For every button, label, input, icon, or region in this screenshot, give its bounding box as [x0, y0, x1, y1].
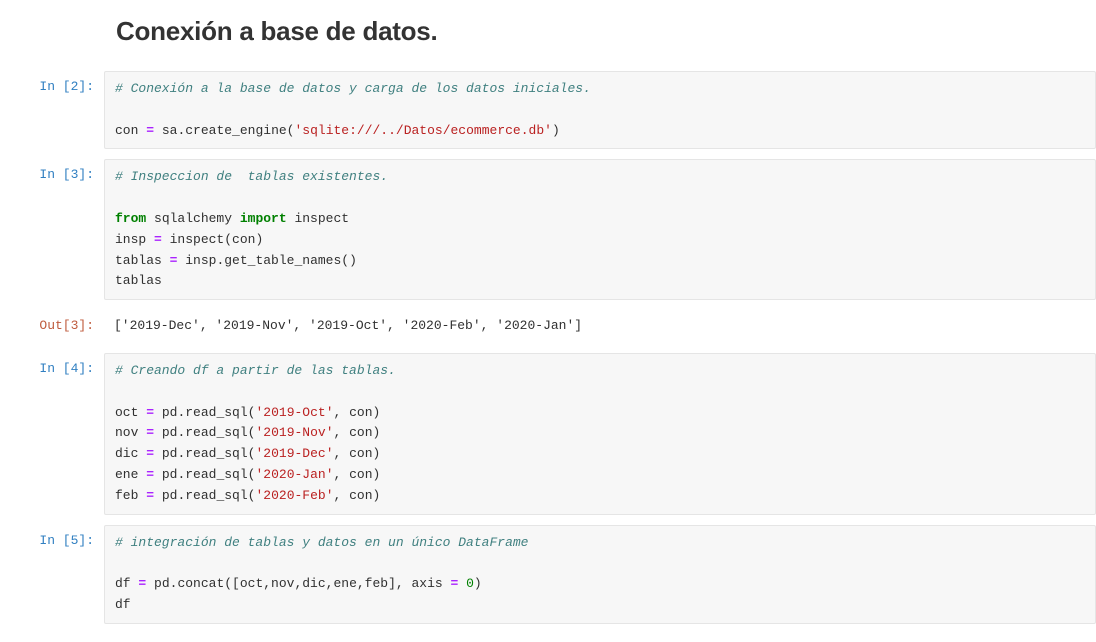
cell-input-row: In [5]:# integración de tablas y datos e…	[0, 525, 1096, 624]
cell-input-row: In [4]:# Creando df a partir de las tabl…	[0, 353, 1096, 515]
code-input[interactable]: # Creando df a partir de las tablas. oct…	[104, 353, 1096, 515]
cell-input-row: In [3]:# Inspeccion de tablas existentes…	[0, 159, 1096, 300]
input-prompt: In [2]:	[0, 71, 104, 149]
section-heading: Conexión a base de datos.	[116, 16, 1096, 47]
output-prompt: Out[3]:	[0, 310, 104, 343]
notebook: Conexión a base de datos. In [2]:# Conex…	[0, 16, 1096, 624]
code-input[interactable]: # integración de tablas y datos en un ún…	[104, 525, 1096, 624]
code-output: ['2019-Dec', '2019-Nov', '2019-Oct', '20…	[104, 310, 1096, 343]
code-input[interactable]: # Inspeccion de tablas existentes. from …	[104, 159, 1096, 300]
cell-output-row: Out[3]:['2019-Dec', '2019-Nov', '2019-Oc…	[0, 310, 1096, 343]
cell-input-row: In [2]:# Conexión a la base de datos y c…	[0, 71, 1096, 149]
cells-container: In [2]:# Conexión a la base de datos y c…	[0, 71, 1096, 624]
input-prompt: In [5]:	[0, 525, 104, 624]
input-prompt: In [3]:	[0, 159, 104, 300]
code-input[interactable]: # Conexión a la base de datos y carga de…	[104, 71, 1096, 149]
input-prompt: In [4]:	[0, 353, 104, 515]
